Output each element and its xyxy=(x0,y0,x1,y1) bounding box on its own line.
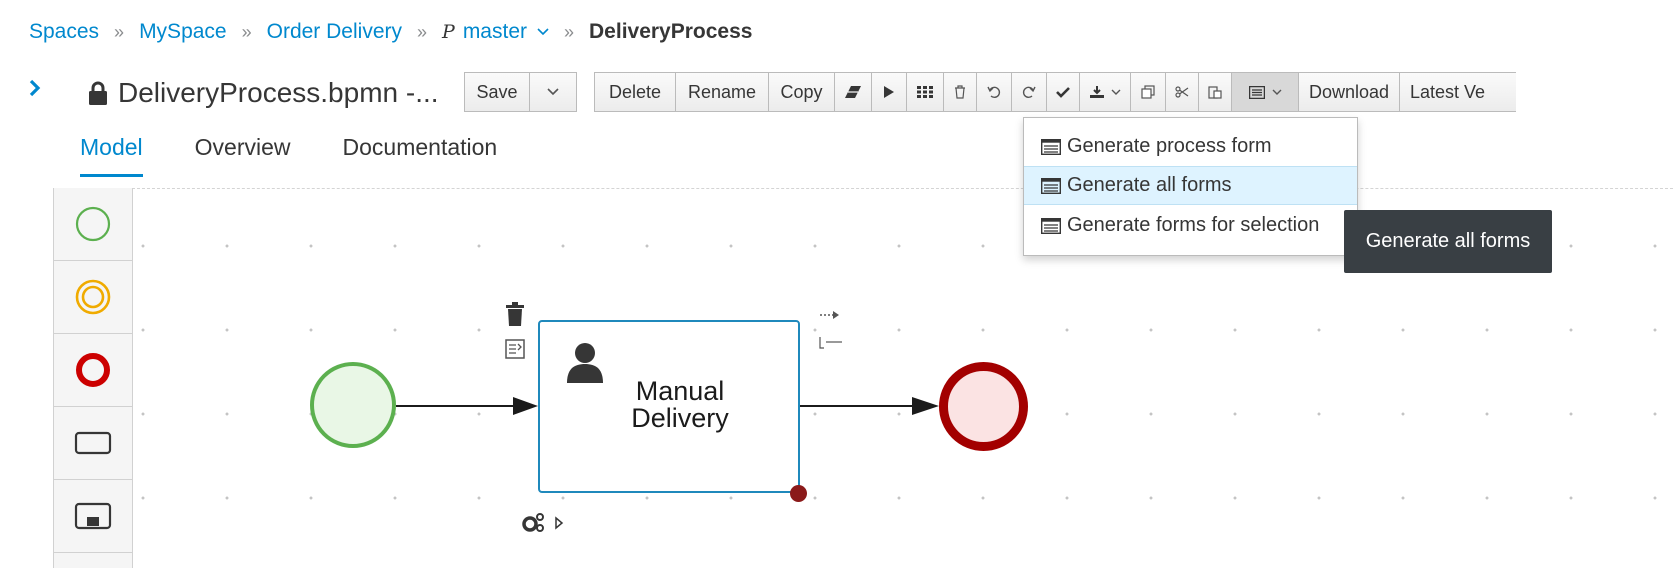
sequence-flow-start-to-task[interactable] xyxy=(396,397,538,415)
sequence-flows xyxy=(396,397,939,415)
user-task-manual-delivery[interactable]: Manual Delivery xyxy=(538,320,800,493)
sequence-flow-task-to-end[interactable] xyxy=(800,397,939,415)
toolbox-morph[interactable] xyxy=(818,336,844,355)
gears-icon xyxy=(522,513,564,532)
dotted-arrow-icon xyxy=(820,311,839,319)
morph-icon xyxy=(819,337,842,349)
start-event[interactable] xyxy=(310,362,396,448)
form-icon xyxy=(1041,177,1061,194)
form-icon xyxy=(1041,217,1061,234)
menu-item-label: Generate forms for selection xyxy=(1067,214,1320,236)
toolbox-sequence-flow[interactable] xyxy=(819,308,841,326)
tooltip: Generate all forms xyxy=(1344,210,1552,273)
end-event[interactable] xyxy=(939,362,1028,451)
generate-forms-menu: Generate process form Generate all forms… xyxy=(1023,117,1358,256)
trash-icon xyxy=(506,302,524,326)
form-properties-icon xyxy=(505,339,525,359)
menu-item-label: Generate all forms xyxy=(1067,174,1232,196)
form-icon xyxy=(1041,138,1061,155)
task-label: Manual Delivery xyxy=(631,376,729,433)
toolbox-settings[interactable] xyxy=(521,512,565,539)
toolbox-delete[interactable] xyxy=(505,302,525,331)
menu-item-generate-forms-for-selection[interactable]: Generate forms for selection xyxy=(1024,206,1357,245)
menu-item-label: Generate process form xyxy=(1067,135,1272,157)
connection-handle[interactable] xyxy=(790,485,807,502)
toolbox-properties[interactable] xyxy=(505,339,525,364)
menu-item-generate-process-form[interactable]: Generate process form xyxy=(1024,127,1357,166)
menu-item-generate-all-forms[interactable]: Generate all forms xyxy=(1024,166,1357,205)
